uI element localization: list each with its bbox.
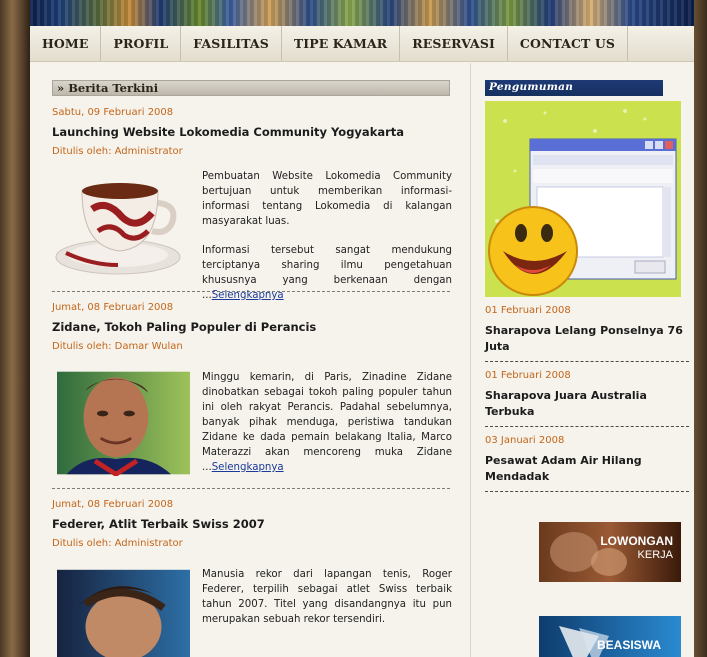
announcement-date: 01 Februari 2008 — [485, 370, 571, 381]
header-banner — [30, 0, 694, 26]
article-excerpt: Pembuatan Website Lokomedia Community be… — [202, 169, 452, 303]
article-body: Minggu kemarin, di Paris, Zinadine Zidan… — [52, 370, 470, 478]
nav-tipe-kamar[interactable]: TIPE KAMAR — [282, 26, 401, 61]
announcement-date: 03 Januari 2008 — [485, 435, 565, 446]
nav-contact-us[interactable]: CONTACT US — [508, 26, 629, 61]
announcement-image — [485, 101, 681, 297]
announcement-item: 01 Februari 2008 Sharapova Juara Austral… — [485, 370, 689, 427]
portrait-photo-icon — [57, 371, 190, 476]
read-more-link[interactable]: Selengkapnya — [212, 462, 284, 473]
article-date: Sabtu, 09 Februari 2008 — [52, 107, 174, 118]
article-author: Ditulis oleh: Damar Wulan — [52, 341, 183, 352]
sidebar-heading: Pengumuman — [485, 80, 663, 96]
banner-line1: LOWONGAN — [600, 534, 673, 548]
banner-label: BEASISWA — [597, 638, 662, 652]
article-paragraph: Pembuatan Website Lokomedia Community be… — [202, 171, 452, 227]
article-title[interactable]: Zidane, Tokoh Paling Populer di Perancis — [52, 320, 470, 334]
banner-line2: KERJA — [637, 549, 673, 561]
announcement-title[interactable]: Sharapova Juara Australia Terbuka — [485, 388, 689, 420]
article-body: Pembuatan Website Lokomedia Community be… — [52, 169, 470, 301]
section-title: » Berita Terkini — [52, 80, 450, 96]
article: Jumat, 08 Februari 2008 Federer, Atlit T… — [52, 499, 470, 657]
nav-fasilitas[interactable]: FASILITAS — [181, 26, 282, 61]
page: HOME PROFIL FASILITAS TIPE KAMAR RESERVA… — [30, 0, 694, 657]
nav-reservasi[interactable]: RESERVASI — [400, 26, 508, 61]
article-title[interactable]: Federer, Atlit Terbaik Swiss 2007 — [52, 517, 470, 531]
article-paragraph-text: Minggu kemarin, di Paris, Zinadine Zidan… — [202, 372, 452, 473]
announcement-title[interactable]: Pesawat Adam Air Hilang Mendadak — [485, 453, 689, 485]
article-excerpt: Minggu kemarin, di Paris, Zinadine Zidan… — [202, 370, 452, 475]
left-wood-frame — [0, 0, 30, 657]
article-date: Jumat, 08 Februari 2008 — [52, 302, 174, 313]
article-excerpt: Manusia rekor dari lapangan tenis, Roger… — [202, 567, 452, 627]
announcement-item: 03 Januari 2008 Pesawat Adam Air Hilang … — [485, 435, 689, 492]
article-paragraph: Informasi tersebut sangat mendukung terc… — [202, 243, 452, 303]
article-paragraph: Minggu kemarin, di Paris, Zinadine Zidan… — [202, 370, 452, 475]
article-date: Jumat, 08 Februari 2008 — [52, 499, 174, 510]
nav-home[interactable]: HOME — [30, 26, 102, 61]
coffee-cup-icon — [55, 183, 181, 275]
portrait-photo-icon — [57, 569, 190, 657]
beasiswa-banner[interactable]: BEASISWA — [539, 616, 681, 657]
article-title[interactable]: Launching Website Lokomedia Community Yo… — [52, 125, 470, 139]
article-author: Ditulis oleh: Administrator — [52, 146, 183, 157]
banner-text: LOWONGAN KERJA — [600, 534, 673, 562]
sidebar: Pengumuman 01 Februari 2008 Sharapova Le… — [470, 63, 694, 657]
main-nav: HOME PROFIL FASILITAS TIPE KAMAR RESERVA… — [30, 26, 694, 62]
lowongan-kerja-banner[interactable]: LOWONGAN KERJA — [539, 522, 681, 582]
announcement-title[interactable]: Sharapova Lelang Ponselnya 76 Juta — [485, 323, 689, 355]
article-paragraph: Manusia rekor dari lapangan tenis, Roger… — [202, 569, 452, 625]
announcement-item: 01 Februari 2008 Sharapova Lelang Ponsel… — [485, 305, 689, 362]
messenger-smiley-icon — [485, 101, 681, 297]
nav-profil[interactable]: PROFIL — [101, 26, 182, 61]
announcement-date: 01 Februari 2008 — [485, 305, 571, 316]
article: Sabtu, 09 Februari 2008 Launching Websit… — [52, 107, 470, 301]
article-author: Ditulis oleh: Administrator — [52, 538, 183, 549]
main-content: » Berita Terkini Sabtu, 09 Februari 2008… — [30, 63, 470, 657]
article-body: Manusia rekor dari lapangan tenis, Roger… — [52, 567, 470, 657]
article-divider — [52, 488, 450, 489]
article: Jumat, 08 Februari 2008 Zidane, Tokoh Pa… — [52, 302, 470, 489]
read-more-link[interactable]: Selengkapnya — [212, 290, 284, 301]
